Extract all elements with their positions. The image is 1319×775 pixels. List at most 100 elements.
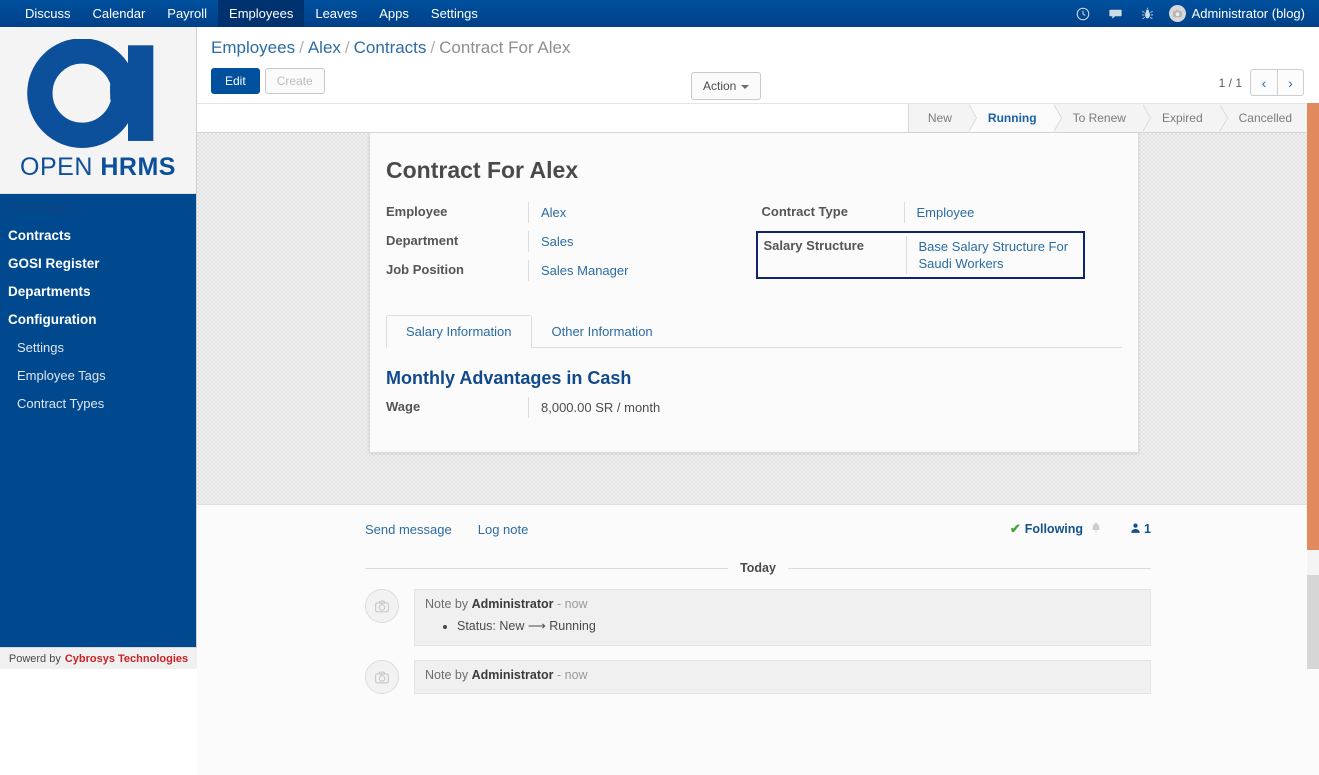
breadcrumb-separator: / xyxy=(430,38,436,57)
stage-arrow-inner-icon xyxy=(1052,104,1061,132)
message-header: Note by Administrator - now xyxy=(425,597,1140,611)
tab-salary-information[interactable]: Salary Information xyxy=(386,315,532,348)
bell-icon[interactable] xyxy=(1090,521,1102,537)
edit-button[interactable]: Edit xyxy=(211,68,260,94)
tab-other-information[interactable]: Other Information xyxy=(532,315,673,348)
field-value[interactable]: Sales Manager xyxy=(528,260,628,281)
field-value-link[interactable]: Base Salary Structure For Saudi Workers xyxy=(919,239,1069,271)
logo-text-hrms: HRMS xyxy=(100,152,176,181)
create-button[interactable]: Create xyxy=(264,68,325,94)
nav-item-leaves[interactable]: Leaves xyxy=(304,0,368,27)
sidebar-item-departments[interactable]: Departments xyxy=(0,278,196,306)
field-value[interactable]: Alex xyxy=(528,202,566,223)
nav-item-calendar[interactable]: Calendar xyxy=(82,0,157,27)
pager-buttons: ‹ › xyxy=(1250,69,1304,96)
status-stage-cancelled[interactable]: Cancelled xyxy=(1219,104,1309,132)
status-stage-new[interactable]: New xyxy=(908,104,977,132)
status-stage-expired[interactable]: Expired xyxy=(1142,104,1228,132)
form-column-right: Contract Type Employee Salary Structure … xyxy=(755,202,1123,289)
main-content: Employees / Alex / Contracts / Contract For Al… xyxy=(197,27,1319,775)
pager: 1 / 1 ‹ › xyxy=(1219,69,1304,96)
clock-icon[interactable] xyxy=(1076,7,1090,21)
message-author: Administrator xyxy=(471,668,554,682)
followers-button[interactable]: 1 xyxy=(1130,522,1151,537)
send-message-button[interactable]: Send message xyxy=(365,522,452,537)
chevron-down-icon xyxy=(741,84,750,89)
user-name: Administrator (blog) xyxy=(1191,6,1305,21)
following-label: Following xyxy=(1024,522,1084,536)
field-job-position: Job Position Sales Manager xyxy=(386,260,747,281)
field-value-link[interactable]: Employee xyxy=(917,205,975,220)
stage-arrow-inner-icon xyxy=(1141,104,1150,132)
field-department: Department Sales xyxy=(386,231,747,252)
field-value-link[interactable]: Sales Manager xyxy=(541,263,628,278)
sidebar-item-configuration[interactable]: Configuration xyxy=(0,306,196,334)
chat-icon[interactable] xyxy=(1108,7,1123,21)
field-wage: Wage 8,000.00 SR / month xyxy=(386,397,1122,418)
top-navbar-menu: Discuss Calendar Payroll Employees Leave… xyxy=(14,0,489,27)
breadcrumb-item-contracts[interactable]: Contracts xyxy=(354,38,427,57)
message-prefix: Note by xyxy=(425,668,469,682)
message-prefix: Note by xyxy=(425,597,469,611)
following-button[interactable]: ✔ Following xyxy=(1010,521,1083,537)
vertical-scrollbar-lower-thumb[interactable] xyxy=(1307,575,1319,669)
field-label: Wage xyxy=(386,399,421,414)
nav-item-payroll[interactable]: Payroll xyxy=(156,0,218,27)
top-navbar: Discuss Calendar Payroll Employees Leave… xyxy=(0,0,1319,27)
sidebar-item-employee-tags[interactable]: Employee Tags xyxy=(0,362,196,390)
nav-item-discuss[interactable]: Discuss xyxy=(14,0,82,27)
sidebar-item-gosi-register[interactable]: GOSI Register xyxy=(0,250,196,278)
message-item: Note by Administrator - now xyxy=(365,660,1151,694)
breadcrumb-item-employees[interactable]: Employees xyxy=(211,38,295,57)
message-time: - now xyxy=(557,597,588,611)
user-menu[interactable]: Administrator (blog) xyxy=(1168,5,1305,22)
nav-item-apps[interactable]: Apps xyxy=(368,0,420,27)
form-columns: Employee Alex Department Sales Job Posit… xyxy=(386,202,1122,289)
open-hrms-key-logo-icon xyxy=(27,38,154,148)
field-value[interactable]: Sales xyxy=(528,231,574,252)
sidebar: OPEN HRMS Employees Contracts GOSI Regis… xyxy=(0,27,197,669)
sidebar-item-employees[interactable]: Employees xyxy=(0,194,196,222)
chevron-right-icon[interactable]: › xyxy=(1277,69,1304,96)
message-content: Status: New ⟶ Running xyxy=(425,617,1140,635)
message-body: Note by Administrator - now xyxy=(414,660,1151,694)
nav-item-settings[interactable]: Settings xyxy=(420,0,489,27)
sidebar-menu: Employees Contracts GOSI Register Depart… xyxy=(0,194,196,418)
avatar xyxy=(1168,5,1186,22)
followers-count: 1 xyxy=(1144,522,1151,536)
app-logo-text: OPEN HRMS xyxy=(20,153,176,182)
sidebar-item-contract-types[interactable]: Contract Types xyxy=(0,390,196,418)
action-dropdown-button[interactable]: Action xyxy=(691,72,762,100)
action-dropdown-label: Action xyxy=(703,79,737,93)
footer-credit-prefix: Powerd by xyxy=(8,652,61,665)
nav-item-employees[interactable]: Employees xyxy=(218,0,305,27)
camera-icon xyxy=(365,589,399,623)
sidebar-item-settings[interactable]: Settings xyxy=(0,334,196,362)
field-salary-structure[interactable]: Salary Structure Base Salary Structure F… xyxy=(755,231,1085,279)
message-line: Status: New ⟶ Running xyxy=(457,617,1140,635)
footer-credit-brand[interactable]: Cybrosys Technologies xyxy=(65,653,188,665)
message-header: Note by Administrator - now xyxy=(425,668,1140,682)
field-label: Employee xyxy=(386,204,448,219)
sidebar-item-contracts[interactable]: Contracts xyxy=(0,222,196,250)
bug-icon[interactable] xyxy=(1141,7,1154,21)
page-title: Contract For Alex xyxy=(386,157,579,183)
status-stage-to-renew[interactable]: To Renew xyxy=(1053,104,1151,132)
log-note-button[interactable]: Log note xyxy=(478,522,529,537)
vertical-scrollbar-thumb[interactable] xyxy=(1307,103,1319,550)
stage-arrow-inner-icon xyxy=(1218,104,1227,132)
field-value-link[interactable]: Sales xyxy=(541,234,574,249)
message-body: Note by Administrator - now Status: New … xyxy=(414,589,1151,646)
breadcrumb-item-alex[interactable]: Alex xyxy=(308,38,341,57)
chatter: Send message Log note ✔ Following 1 Toda… xyxy=(197,504,1319,775)
breadcrumb-separator: / xyxy=(344,38,350,57)
field-value-link[interactable]: Alex xyxy=(541,205,566,220)
form-sheet: Contract For Alex Employee Alex Departme… xyxy=(369,133,1139,453)
message-time: - now xyxy=(557,668,588,682)
field-value[interactable]: Base Salary Structure For Saudi Workers xyxy=(905,236,1083,274)
field-value[interactable]: Employee xyxy=(903,202,975,223)
group-title-monthly-advantages: Monthly Advantages in Cash xyxy=(386,368,632,388)
chevron-left-icon[interactable]: ‹ xyxy=(1250,69,1277,96)
status-stage-running[interactable]: Running xyxy=(968,104,1062,132)
chatter-inner: Send message Log note ✔ Following 1 Toda… xyxy=(197,505,1319,694)
